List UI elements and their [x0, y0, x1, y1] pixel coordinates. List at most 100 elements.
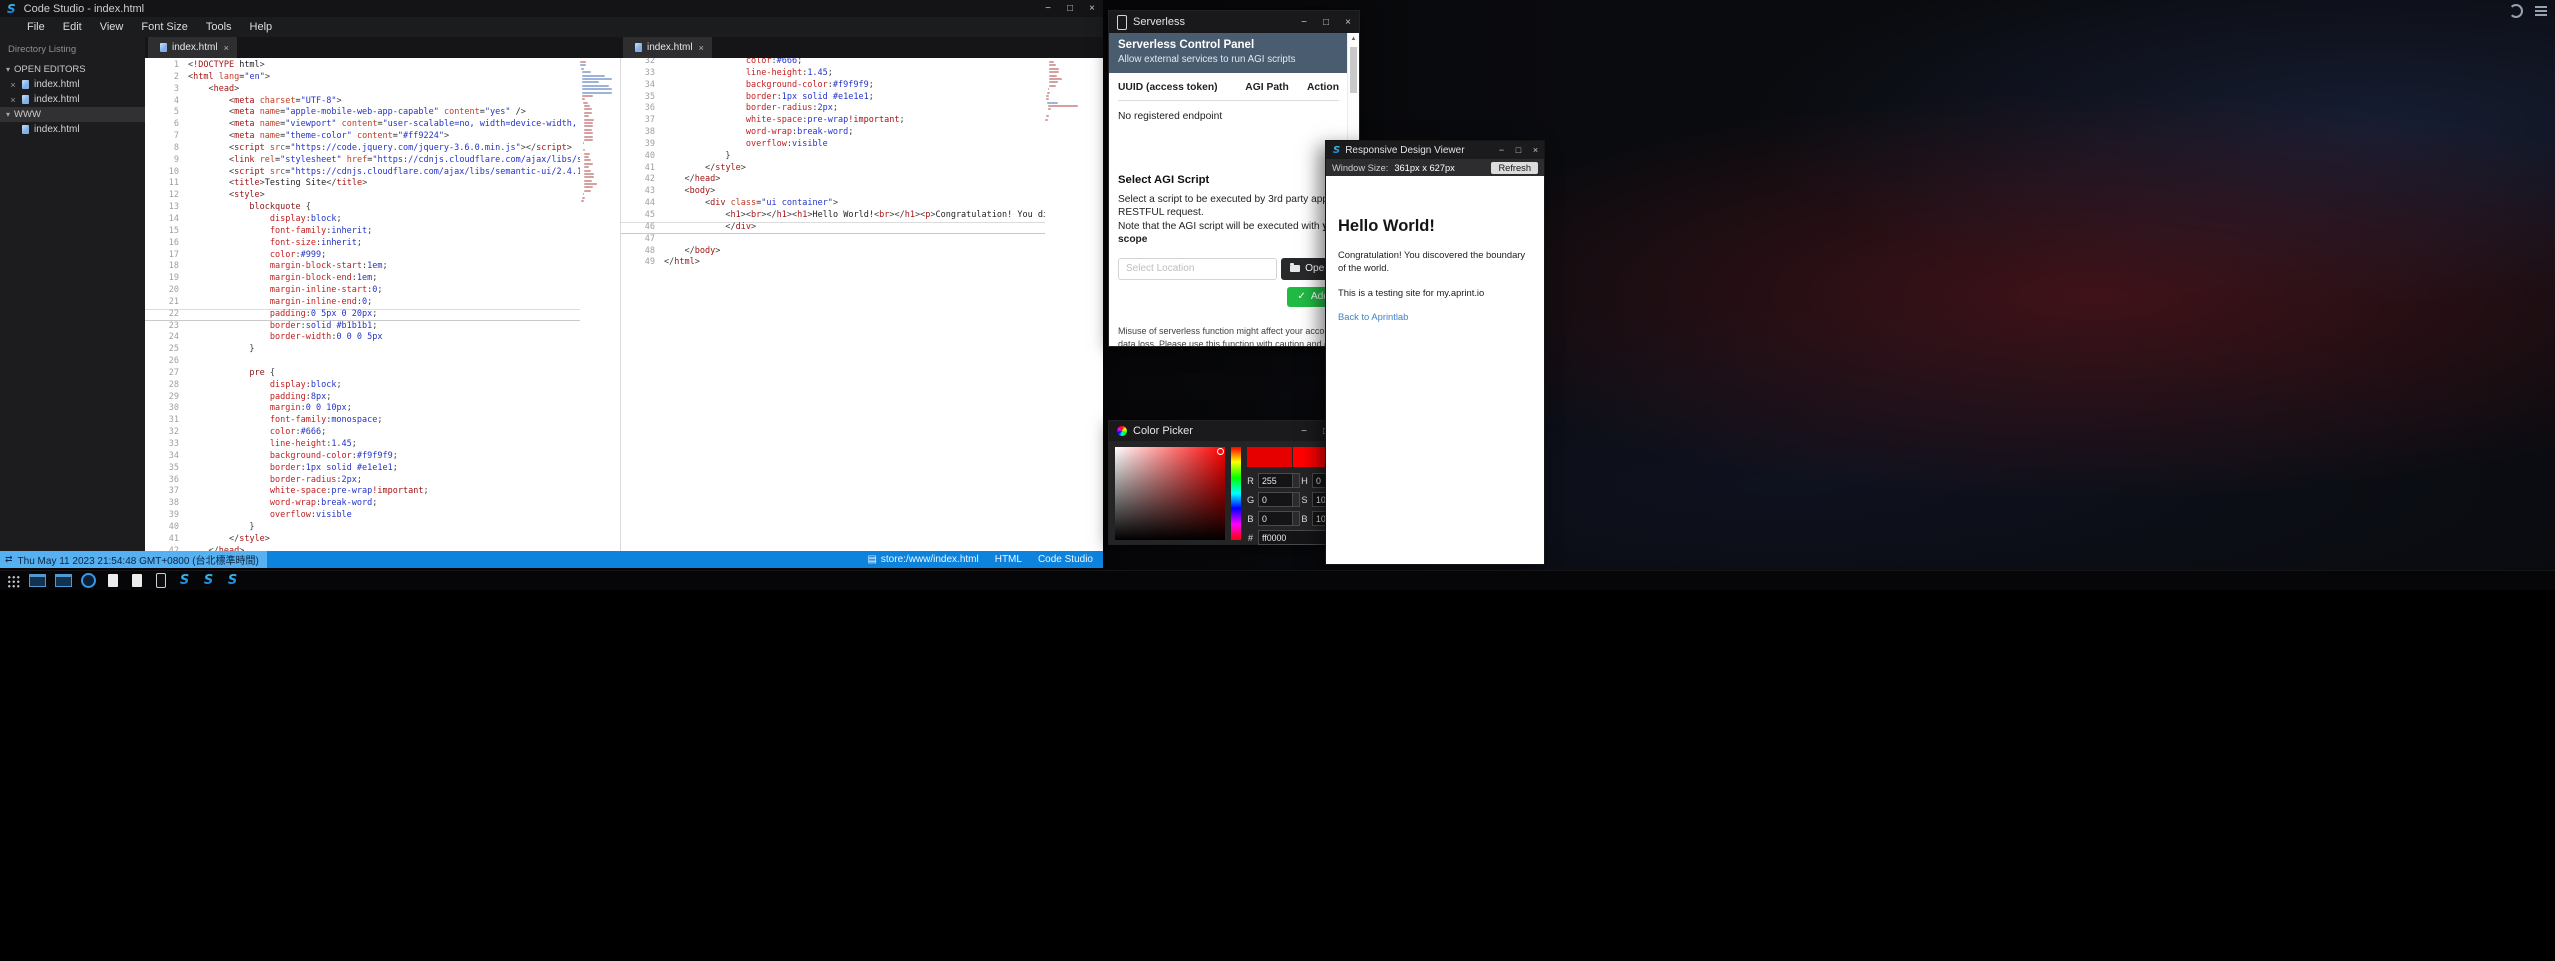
code-line[interactable]: 45 <h1><br></h1><h1>Hello World!<br></h1…	[621, 210, 1045, 222]
code-line[interactable]: 33 line-height:1.45;	[145, 439, 580, 451]
document-app-2-icon[interactable]	[129, 573, 144, 589]
code-line[interactable]: 20 margin-inline-start:0;	[145, 285, 580, 297]
menu-item-view[interactable]: View	[91, 21, 133, 33]
tab-close-icon[interactable]: ×	[699, 43, 704, 53]
document-app-1-icon[interactable]	[105, 573, 120, 589]
code-line[interactable]: 29 padding:8px;	[145, 392, 580, 404]
code-line[interactable]: 32 color:#666;	[145, 427, 580, 439]
green-input[interactable]: 0	[1258, 492, 1300, 507]
code-line[interactable]: 2<html lang="en">	[145, 72, 580, 84]
code-line[interactable]: 3 <head>	[145, 84, 580, 96]
code-line[interactable]: 48 </body>	[621, 246, 1045, 258]
code-line[interactable]: 9 <link rel="stylesheet" href="https://c…	[145, 155, 580, 167]
refresh-button[interactable]: Refresh	[1491, 162, 1538, 174]
tab-index-html-2[interactable]: index.html ×	[623, 37, 712, 58]
menu-item-help[interactable]: Help	[241, 21, 282, 33]
refresh-icon[interactable]	[2509, 4, 2523, 18]
code-line[interactable]: 43 <body>	[621, 186, 1045, 198]
code-line[interactable]: 34 background-color:#f9f9f9;	[621, 80, 1045, 92]
code-line[interactable]: 28 display:block;	[145, 380, 580, 392]
code-line[interactable]: 42 </head>	[621, 174, 1045, 186]
code-studio-3-icon[interactable]: S	[225, 573, 240, 589]
saturation-value-field[interactable]	[1115, 447, 1225, 540]
main-title-bar[interactable]: S Code Studio - index.html − □ ×	[0, 0, 1103, 17]
editor-pane-1[interactable]: 1<!DOCTYPE html>2<html lang="en">3 <head…	[145, 58, 620, 551]
code-line[interactable]: 38 word-wrap:break-word;	[621, 127, 1045, 139]
code-line[interactable]: 35 border:1px solid #e1e1e1;	[145, 463, 580, 475]
code-line[interactable]: 16 font-size:inherit;	[145, 238, 580, 250]
code-line[interactable]: 44 <div class="ui container">	[621, 198, 1045, 210]
code-line[interactable]: 35 border:1px solid #e1e1e1;	[621, 92, 1045, 104]
code-studio-2-icon[interactable]: S	[201, 573, 216, 589]
minimize-button[interactable]: −	[1037, 3, 1059, 14]
serverless-title-bar[interactable]: Serverless − □ ×	[1109, 11, 1359, 33]
scroll-up-icon[interactable]: ▲	[1348, 33, 1359, 42]
code-line[interactable]: 37 white-space:pre-wrap!important;	[621, 115, 1045, 127]
minimap[interactable]	[1045, 61, 1077, 122]
code-line[interactable]: 23 border:solid #b1b1b1;	[145, 321, 580, 333]
menu-item-tools[interactable]: Tools	[197, 21, 241, 33]
code-line[interactable]: 21 margin-inline-end:0;	[145, 297, 580, 309]
code-line[interactable]: 18 margin-block-start:1em;	[145, 261, 580, 273]
code-line[interactable]: 40 }	[621, 151, 1045, 163]
red-input[interactable]: 255	[1258, 473, 1300, 488]
sidebar-section-open-editors[interactable]: ▾ OPEN EDITORS	[0, 62, 145, 77]
sv-cursor[interactable]	[1217, 448, 1224, 455]
scrollbar-thumb[interactable]	[1350, 47, 1357, 93]
sidebar-section-www[interactable]: ▾ WWW	[0, 107, 145, 122]
viewer-title-bar[interactable]: S Responsive Design Viewer − □ ×	[1326, 141, 1544, 159]
code-line[interactable]: 49</html>	[621, 257, 1045, 269]
menu-item-font-size[interactable]: Font Size	[132, 21, 196, 33]
code-line[interactable]: 22 padding:0 5px 0 20px;	[145, 309, 580, 321]
code-line[interactable]: 47	[621, 234, 1045, 246]
code-line[interactable]: 41 </style>	[145, 534, 580, 546]
code-line[interactable]: 17 color:#999;	[145, 250, 580, 262]
device-app-icon[interactable]	[153, 573, 168, 589]
maximize-button[interactable]: □	[1315, 17, 1337, 28]
app-launcher-icon[interactable]	[5, 573, 20, 589]
back-to-aprintlab-link[interactable]: Back to Aprintlab	[1338, 311, 1532, 322]
close-button[interactable]: ×	[1081, 3, 1103, 14]
code-line[interactable]: 6 <meta name="viewport" content="user-sc…	[145, 119, 580, 131]
close-button[interactable]: ×	[1527, 145, 1544, 155]
maximize-button[interactable]: □	[1510, 145, 1527, 155]
tab-close-icon[interactable]: ×	[224, 43, 229, 53]
code-line[interactable]: 19 margin-block-end:1em;	[145, 273, 580, 285]
code-line[interactable]: 30 margin:0 0 10px;	[145, 403, 580, 415]
code-line[interactable]: 39 overflow:visible	[145, 510, 580, 522]
code-line[interactable]: 13 blockquote {	[145, 202, 580, 214]
code-line[interactable]: 12 <style>	[145, 190, 580, 202]
code-line[interactable]: 26	[145, 356, 580, 368]
browser-app-icon[interactable]	[81, 573, 96, 589]
status-language[interactable]: HTML	[995, 554, 1022, 565]
blue-input[interactable]: 0	[1258, 511, 1300, 526]
code-line[interactable]: 7 <meta name="theme-color" content="#ff9…	[145, 131, 580, 143]
code-line[interactable]: 31 font-family:monospace;	[145, 415, 580, 427]
close-icon[interactable]: ×	[8, 95, 18, 105]
code-line[interactable]: 39 overflow:visible	[621, 139, 1045, 151]
code-line[interactable]: 4 <meta charset="UTF-8">	[145, 96, 580, 108]
window-app-1-icon[interactable]	[29, 573, 46, 589]
code-line[interactable]: 36 border-radius:2px;	[145, 475, 580, 487]
menu-item-edit[interactable]: Edit	[54, 21, 91, 33]
status-file-path[interactable]: ▤ store:/www/index.html	[867, 554, 978, 565]
code-line[interactable]: 5 <meta name="apple-mobile-web-app-capab…	[145, 107, 580, 119]
sidebar-item-open-editor-1[interactable]: × index.html	[0, 77, 145, 92]
menu-item-file[interactable]: File	[18, 21, 54, 33]
minimap[interactable]	[580, 61, 612, 203]
color-swatch-current[interactable]	[1247, 447, 1292, 467]
hue-slider[interactable]	[1231, 447, 1241, 540]
code-line[interactable]: 34 background-color:#f9f9f9;	[145, 451, 580, 463]
menu-icon[interactable]	[2535, 6, 2547, 16]
code-line[interactable]: 25 }	[145, 344, 580, 356]
code-line[interactable]: 36 border-radius:2px;	[621, 103, 1045, 115]
status-datetime-segment[interactable]: ⇄ Thu May 11 2023 21:54:48 GMT+0800 (台北標…	[0, 551, 267, 568]
close-icon[interactable]: ×	[8, 80, 18, 90]
select-location-input[interactable]	[1118, 258, 1277, 280]
minimize-button[interactable]: −	[1293, 17, 1315, 28]
code-line[interactable]: 8 <script src="https://code.jquery.com/j…	[145, 143, 580, 155]
code-line[interactable]: 1<!DOCTYPE html>	[145, 60, 580, 72]
code-studio-1-icon[interactable]: S	[177, 573, 192, 589]
sidebar-item-open-editor-2[interactable]: × index.html	[0, 92, 145, 107]
color-picker-title-bar[interactable]: Color Picker − □ ×	[1109, 421, 1359, 441]
